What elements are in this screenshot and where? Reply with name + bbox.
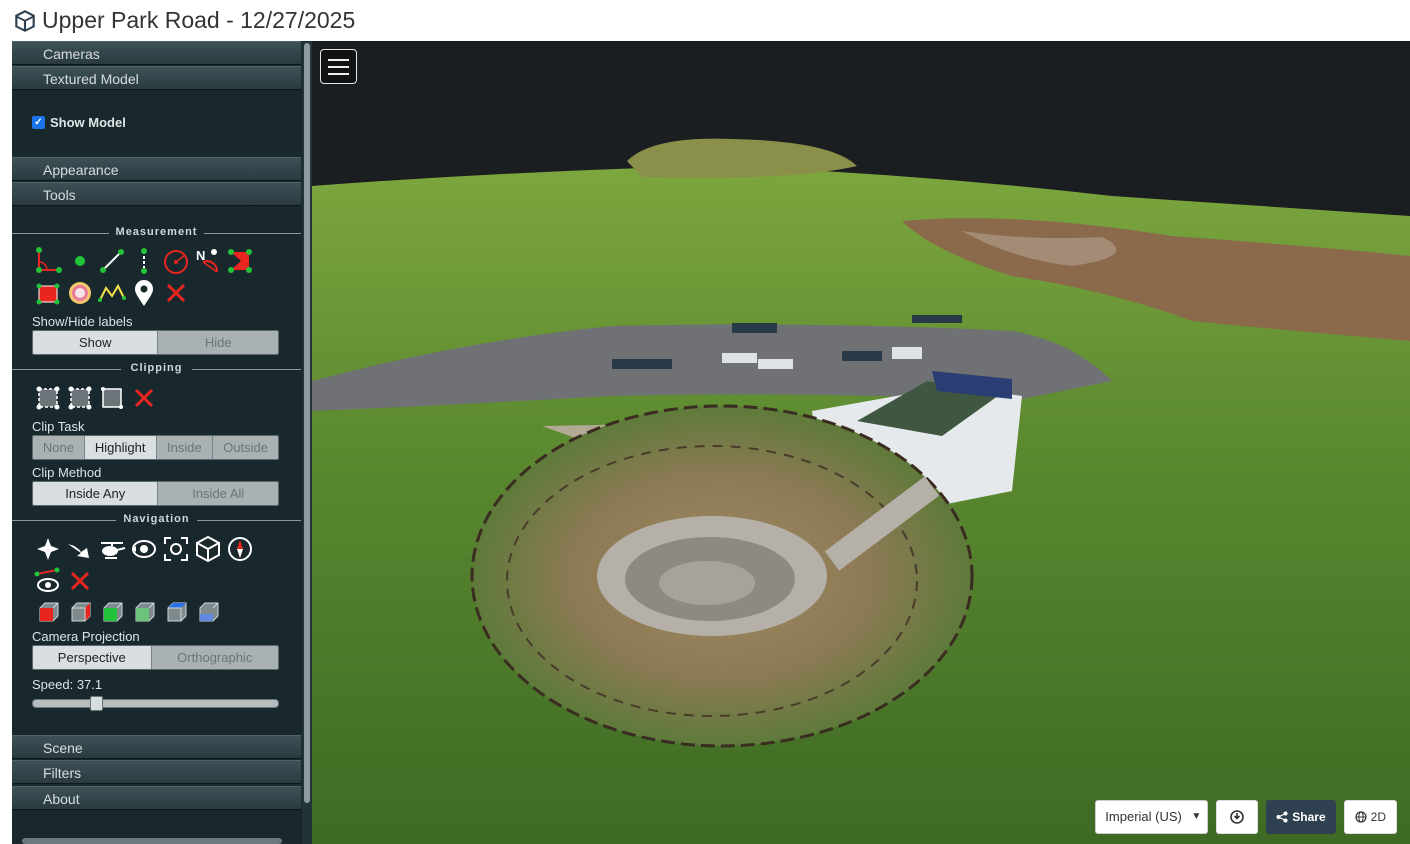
title-bar: Upper Park Road - 12/27/2025 — [0, 0, 1410, 41]
clipping-section-title: Clipping — [12, 362, 301, 376]
clip-screen-box-icon[interactable] — [96, 382, 128, 414]
speed-slider[interactable] — [32, 696, 279, 711]
chevron-down-icon: ▼ — [1191, 811, 1202, 822]
accordion-appearance[interactable]: Appearance — [12, 157, 301, 181]
camera-projection-title: Camera Projection — [32, 629, 140, 644]
checkbox-checked-icon[interactable]: ✓ — [32, 116, 45, 129]
textured-model-render[interactable] — [312, 41, 1410, 844]
compass-icon[interactable] — [224, 533, 256, 565]
share-label: Share — [1292, 810, 1326, 824]
accordion-cameras[interactable]: Cameras — [12, 41, 301, 65]
measurement-tools-row-2 — [32, 277, 192, 309]
volume-icon[interactable] — [32, 277, 64, 309]
labels-hide-option[interactable]: Hide — [158, 331, 278, 354]
clip-method-inside-all[interactable]: Inside All — [158, 482, 278, 505]
cube-icon — [15, 9, 35, 32]
height-icon[interactable] — [128, 245, 160, 277]
page-title: Upper Park Road - 12/27/2025 — [42, 7, 356, 33]
accordion-about[interactable]: About — [12, 786, 301, 810]
navigation-cube-icon[interactable] — [192, 533, 224, 565]
mode-2d-label: 2D — [1370, 810, 1386, 824]
share-icon — [1276, 811, 1288, 823]
left-view-icon[interactable] — [32, 597, 64, 629]
point-icon[interactable] — [64, 245, 96, 277]
camera-projection-toggle: Perspective Orthographic — [32, 645, 279, 670]
earth-control-icon[interactable] — [32, 533, 64, 565]
remove-camera-icon[interactable] — [64, 565, 96, 597]
labels-show-option[interactable]: Show — [33, 331, 159, 354]
accordion-textured-model[interactable]: Textured Model — [12, 66, 301, 90]
helicopter-control-icon[interactable] — [96, 533, 128, 565]
labels-toggle: Show Hide — [32, 330, 279, 355]
download-button[interactable] — [1216, 800, 1259, 834]
clip-method-title: Clip Method — [32, 465, 102, 480]
hamburger-icon-line — [328, 72, 349, 75]
profile-color-icon[interactable] — [64, 277, 96, 309]
fly-control-icon[interactable] — [64, 533, 96, 565]
sidebar-horizontal-scrollbar[interactable] — [22, 838, 282, 844]
viewer-controls: Imperial (US) ▼ Share 2D — [1095, 800, 1397, 834]
azimuth-icon[interactable]: N — [192, 245, 224, 277]
labels-title: Show/Hide labels — [32, 314, 133, 329]
clip-task-toggle: None Highlight Inside Outside — [32, 435, 279, 460]
clip-volume-icon[interactable] — [32, 382, 64, 414]
circle-icon[interactable] — [160, 245, 192, 277]
speed-slider-thumb[interactable] — [90, 696, 103, 711]
projection-perspective[interactable]: Perspective — [33, 646, 152, 669]
distance-icon[interactable] — [96, 245, 128, 277]
clip-task-title: Clip Task — [32, 419, 85, 434]
area-icon[interactable] — [224, 245, 256, 277]
app-root: Upper Park Road - 12/27/2025 Cameras Tex… — [0, 0, 1410, 844]
hamburger-icon-line — [328, 58, 349, 61]
navigation-section-title: Navigation — [12, 513, 301, 527]
clip-polygon-icon[interactable] — [64, 382, 96, 414]
navigation-tools-row-1 — [32, 533, 256, 565]
clip-method-inside-any[interactable]: Inside Any — [33, 482, 159, 505]
profile-line-icon[interactable] — [96, 277, 128, 309]
navigation-tools-row-2 — [32, 565, 96, 597]
globe-icon — [1355, 811, 1367, 823]
clip-task-outside[interactable]: Outside — [213, 436, 278, 459]
angle-icon[interactable] — [32, 245, 64, 277]
remove-clip-icon[interactable] — [128, 382, 160, 414]
accordion-scene[interactable]: Scene — [12, 735, 301, 759]
mode-2d-button[interactable]: 2D — [1343, 800, 1397, 834]
orbit-control-icon[interactable] — [128, 533, 160, 565]
hamburger-icon-line — [328, 65, 349, 68]
accordion-filters[interactable]: Filters — [12, 760, 301, 784]
remove-all-icon[interactable] — [160, 277, 192, 309]
bottom-view-icon[interactable] — [128, 597, 160, 629]
show-model-checkbox[interactable]: ✓ Show Model — [32, 115, 126, 130]
back-view-icon[interactable] — [192, 597, 224, 629]
show-model-label: Show Model — [50, 115, 126, 130]
share-button[interactable]: Share — [1266, 800, 1336, 834]
front-view-icon[interactable] — [64, 597, 96, 629]
projection-orthographic[interactable]: Orthographic — [151, 646, 278, 669]
units-select[interactable]: Imperial (US) ▼ — [1095, 800, 1209, 834]
clip-method-toggle: Inside Any Inside All — [32, 481, 279, 506]
3d-viewer[interactable]: Imperial (US) ▼ Share 2D — [312, 41, 1410, 844]
measurement-section-title: Measurement — [12, 226, 301, 240]
accordion-tools[interactable]: Tools — [12, 182, 301, 206]
speed-label: Speed: 37.1 — [32, 677, 103, 692]
download-icon — [1230, 810, 1245, 824]
annotation-icon[interactable] — [128, 277, 160, 309]
camera-animation-icon[interactable] — [32, 565, 64, 597]
clipping-tools-row — [32, 382, 160, 414]
clip-task-none[interactable]: None — [33, 436, 85, 459]
menu-button[interactable] — [320, 49, 357, 84]
view-cube-row — [32, 597, 224, 629]
units-select-value: Imperial (US) — [1105, 809, 1182, 824]
focus-icon[interactable] — [160, 533, 192, 565]
clip-task-inside[interactable]: Inside — [156, 436, 214, 459]
sidebar-scrollbar[interactable] — [302, 41, 312, 844]
measurement-tools-row-1: N — [32, 245, 256, 277]
sidebar: Cameras Textured Model ✓ Show Model Appe… — [12, 41, 312, 844]
clip-task-highlight[interactable]: Highlight — [84, 436, 157, 459]
sidebar-scrollbar-thumb[interactable] — [304, 43, 310, 803]
right-view-icon[interactable] — [160, 597, 192, 629]
top-view-icon[interactable] — [96, 597, 128, 629]
